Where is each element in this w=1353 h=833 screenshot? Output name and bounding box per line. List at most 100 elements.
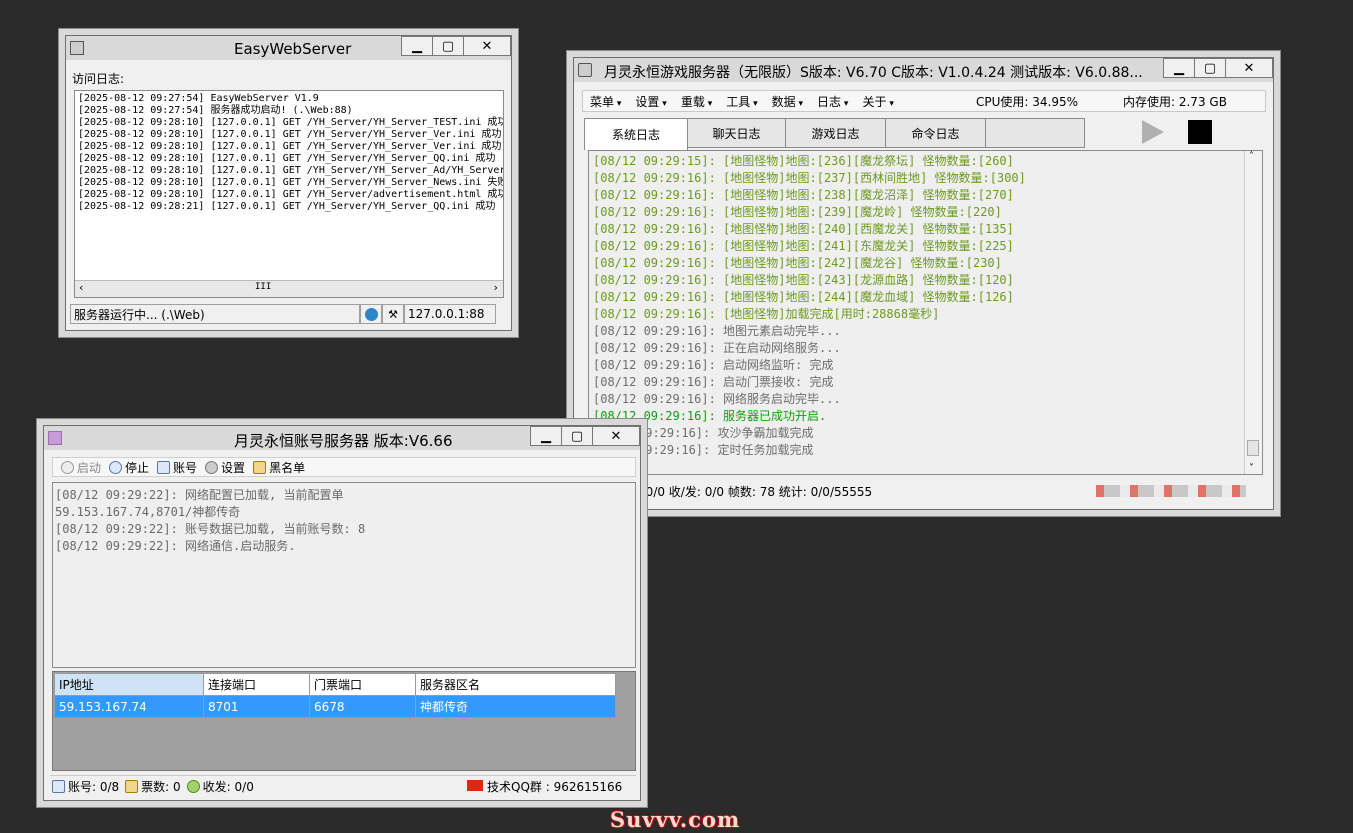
log-line: [08/12 09:29:16]: [地图怪物]地图:[242][魔龙谷] 怪物…	[593, 256, 1002, 270]
column-header-ticket-port[interactable]: 门票端口	[309, 673, 416, 696]
minimize-button[interactable]: ▁	[1163, 58, 1195, 78]
play-icon	[61, 460, 74, 474]
scroll-down-icon[interactable]: ˅	[1249, 463, 1254, 474]
close-button[interactable]: ✕	[463, 36, 511, 56]
menu-item[interactable]: 数据	[765, 93, 810, 110]
log-line: [2025-08-12 09:27:54] 服务器成功启动! (.\Web:88…	[78, 105, 353, 116]
titlebar[interactable]: 月灵永恒游戏服务器（无限版）S版本: V6.70 C版本: V1.0.4.24 …	[574, 58, 1273, 82]
gears-icon	[205, 460, 219, 474]
log-line: [08/12 09:29:22]: 网络配置已加载, 当前配置单	[55, 488, 344, 502]
titlebar[interactable]: EasyWebServer ▁ ▢ ✕	[66, 36, 511, 60]
menu-item[interactable]: 工具	[719, 93, 764, 110]
log-line: [08/12 09:29:16]: [地图怪物]地图:[243][龙源血路] 怪…	[593, 273, 1014, 287]
scroll-up-icon[interactable]: ˄	[1249, 151, 1254, 162]
stop-button[interactable]	[1188, 120, 1212, 144]
log-line: [08/12 09:29:16]: 网络服务启动完毕...	[593, 392, 841, 406]
access-log[interactable]: [2025-08-12 09:27:54] EasyWebServer V1.9…	[74, 90, 504, 298]
globe-icon	[360, 304, 382, 324]
log-line: [08/12 09:29:16]: 地图元素启动完毕...	[593, 324, 841, 338]
menu-bar: 菜单设置重载工具数据日志关于 CPU使用: 34.95% 内存使用: 2.73 …	[582, 90, 1266, 112]
scroll-left-icon[interactable]: ‹	[78, 281, 85, 294]
log-line: 09:29:16]: 攻沙争霸加载完成	[638, 426, 814, 440]
server-table-panel: IP地址 连接端口 门票端口 服务器区名 59.153.167.74 8701 …	[52, 671, 636, 771]
log-line: 09:29:16]: 定时任务加载完成	[638, 443, 814, 457]
settings-button[interactable]: 设置	[205, 459, 245, 476]
menu-item[interactable]: 设置	[628, 93, 673, 110]
close-button[interactable]: ✕	[592, 426, 640, 446]
blacklist-icon	[253, 460, 267, 474]
log-line: [2025-08-12 09:28:10] [127.0.0.1] GET /Y…	[78, 189, 504, 200]
log-line: [2025-08-12 09:28:10] [127.0.0.1] GET /Y…	[78, 153, 496, 164]
titlebar[interactable]: 月灵永恒账号服务器 版本:V6.66 ▁ ▢ ✕	[44, 426, 640, 450]
horizontal-scrollbar[interactable]: ‹ III ›	[75, 280, 503, 297]
server-table: IP地址 连接端口 门票端口 服务器区名 59.153.167.74 8701 …	[54, 673, 616, 718]
column-header-server-name[interactable]: 服务器区名	[415, 673, 616, 696]
minimize-button[interactable]: ▁	[530, 426, 562, 446]
menu-item[interactable]: 重载	[674, 93, 719, 110]
app-icon	[70, 41, 84, 55]
column-header-ip[interactable]: IP地址	[54, 673, 204, 696]
easywebserver-window: EasyWebServer ▁ ▢ ✕ 访问日志: [2025-08-12 09…	[65, 35, 512, 331]
log-line: [2025-08-12 09:28:10] [127.0.0.1] GET /Y…	[78, 117, 504, 128]
status-bar: 账号: 0/8 票数: 0 收发: 0/0 技术QQ群 : 962615166	[50, 775, 636, 796]
minimize-button[interactable]: ▁	[401, 36, 433, 56]
menu-item[interactable]: 日志	[810, 93, 855, 110]
table-row[interactable]: 59.153.167.74 8701 6678 神都传奇	[54, 695, 616, 718]
window-title: 月灵永恒账号服务器 版本:V6.66	[234, 432, 453, 450]
transfer-icon	[186, 779, 200, 793]
ticket-icon	[125, 779, 139, 793]
log-line: [08/12 09:29:16]: 正在启动网络服务...	[593, 341, 841, 355]
scroll-right-icon[interactable]: ›	[492, 281, 499, 294]
log-line: [08/12 09:29:16]: [地图怪物]地图:[241][东魔龙关] 怪…	[593, 239, 1014, 253]
scroll-thumb[interactable]	[1247, 440, 1259, 456]
server-status: 服务器运行中... (.\Web)	[70, 304, 360, 324]
cell-port[interactable]: 8701	[203, 695, 310, 718]
start-button[interactable]	[1142, 120, 1164, 144]
log-line: [2025-08-12 09:27:54] EasyWebServer V1.9	[78, 93, 319, 104]
memory-usage: 内存使用: 2.73 GB	[1123, 94, 1227, 109]
log-line: [08/12 09:29:16]: [地图怪物]加载完成[用时:28868毫秒]	[593, 307, 940, 321]
maximize-button[interactable]: ▢	[1194, 58, 1226, 78]
vertical-scrollbar[interactable]: ˄ ˅	[1244, 151, 1262, 474]
log-line: 59.153.167.74,8701/神都传奇	[55, 505, 241, 519]
log-line: [2025-08-12 09:28:21] [127.0.0.1] GET /Y…	[78, 201, 496, 212]
account-log[interactable]: [08/12 09:29:22]: 网络配置已加载, 当前配置单 59.153.1…	[52, 482, 636, 668]
window-title: 月灵永恒游戏服务器（无限版）S版本: V6.70 C版本: V1.0.4.24 …	[604, 65, 1143, 81]
menu-item[interactable]: 菜单	[583, 93, 628, 110]
cell-server-name[interactable]: 神都传奇	[415, 695, 616, 718]
ticket-count: 票数: 0	[141, 779, 181, 794]
scroll-thumb[interactable]: III	[255, 282, 271, 292]
transfer-count: 收发: 0/0	[202, 779, 254, 794]
account-count: 账号: 0/8	[68, 779, 120, 794]
menu-item[interactable]: 关于	[855, 93, 900, 110]
tab-command-log[interactable]: 命令日志	[885, 118, 986, 148]
log-line: [08/12 09:29:16]: [地图怪物]地图:[238][魔龙沼泽] 怪…	[593, 188, 1014, 202]
maximize-button[interactable]: ▢	[432, 36, 464, 56]
start-button[interactable]: 启动	[61, 459, 101, 476]
tab-game-log[interactable]: 游戏日志	[785, 118, 886, 148]
cell-ticket-port[interactable]: 6678	[309, 695, 416, 718]
system-log[interactable]: [08/12 09:29:15]: [地图怪物]地图:[236][魔龙祭坛] 怪…	[588, 150, 1263, 475]
close-button[interactable]: ✕	[1225, 58, 1273, 78]
log-line: [2025-08-12 09:28:10] [127.0.0.1] GET /Y…	[78, 129, 502, 140]
blacklist-button[interactable]: 黑名单	[253, 459, 305, 476]
maximize-button[interactable]: ▢	[561, 426, 593, 446]
log-line: [08/12 09:29:15]: [地图怪物]地图:[236][魔龙祭坛] 怪…	[593, 154, 1014, 168]
log-line: [08/12 09:29:22]: 账号数据已加载, 当前账号数: 8	[55, 522, 366, 536]
column-header-port[interactable]: 连接端口	[203, 673, 310, 696]
cell-ip[interactable]: 59.153.167.74	[54, 695, 204, 718]
log-line: [08/12 09:29:16]: 启动网络监听: 完成	[593, 358, 834, 372]
tab-system-log[interactable]: 系统日志	[584, 118, 688, 150]
qq-group: 技术QQ群 : 962615166	[487, 779, 623, 794]
log-line: [08/12 09:29:16]: [地图怪物]地图:[239][魔龙岭] 怪物…	[593, 205, 1002, 219]
tab-chat-log[interactable]: 聊天日志	[687, 118, 786, 148]
stop-button[interactable]: 停止	[109, 459, 149, 476]
china-flag-icon	[467, 780, 483, 791]
redacted-info	[1096, 485, 1246, 497]
log-line: [08/12 09:29:16]: [地图怪物]地图:[240][西魔龙关] 怪…	[593, 222, 1014, 236]
log-line: [2025-08-12 09:28:10] [127.0.0.1] GET /Y…	[78, 165, 504, 176]
log-label: 访问日志:	[72, 72, 125, 86]
server-address: 127.0.0.1:88	[404, 304, 496, 324]
log-line: [2025-08-12 09:28:10] [127.0.0.1] GET /Y…	[78, 141, 502, 152]
account-button[interactable]: 账号	[157, 459, 197, 476]
